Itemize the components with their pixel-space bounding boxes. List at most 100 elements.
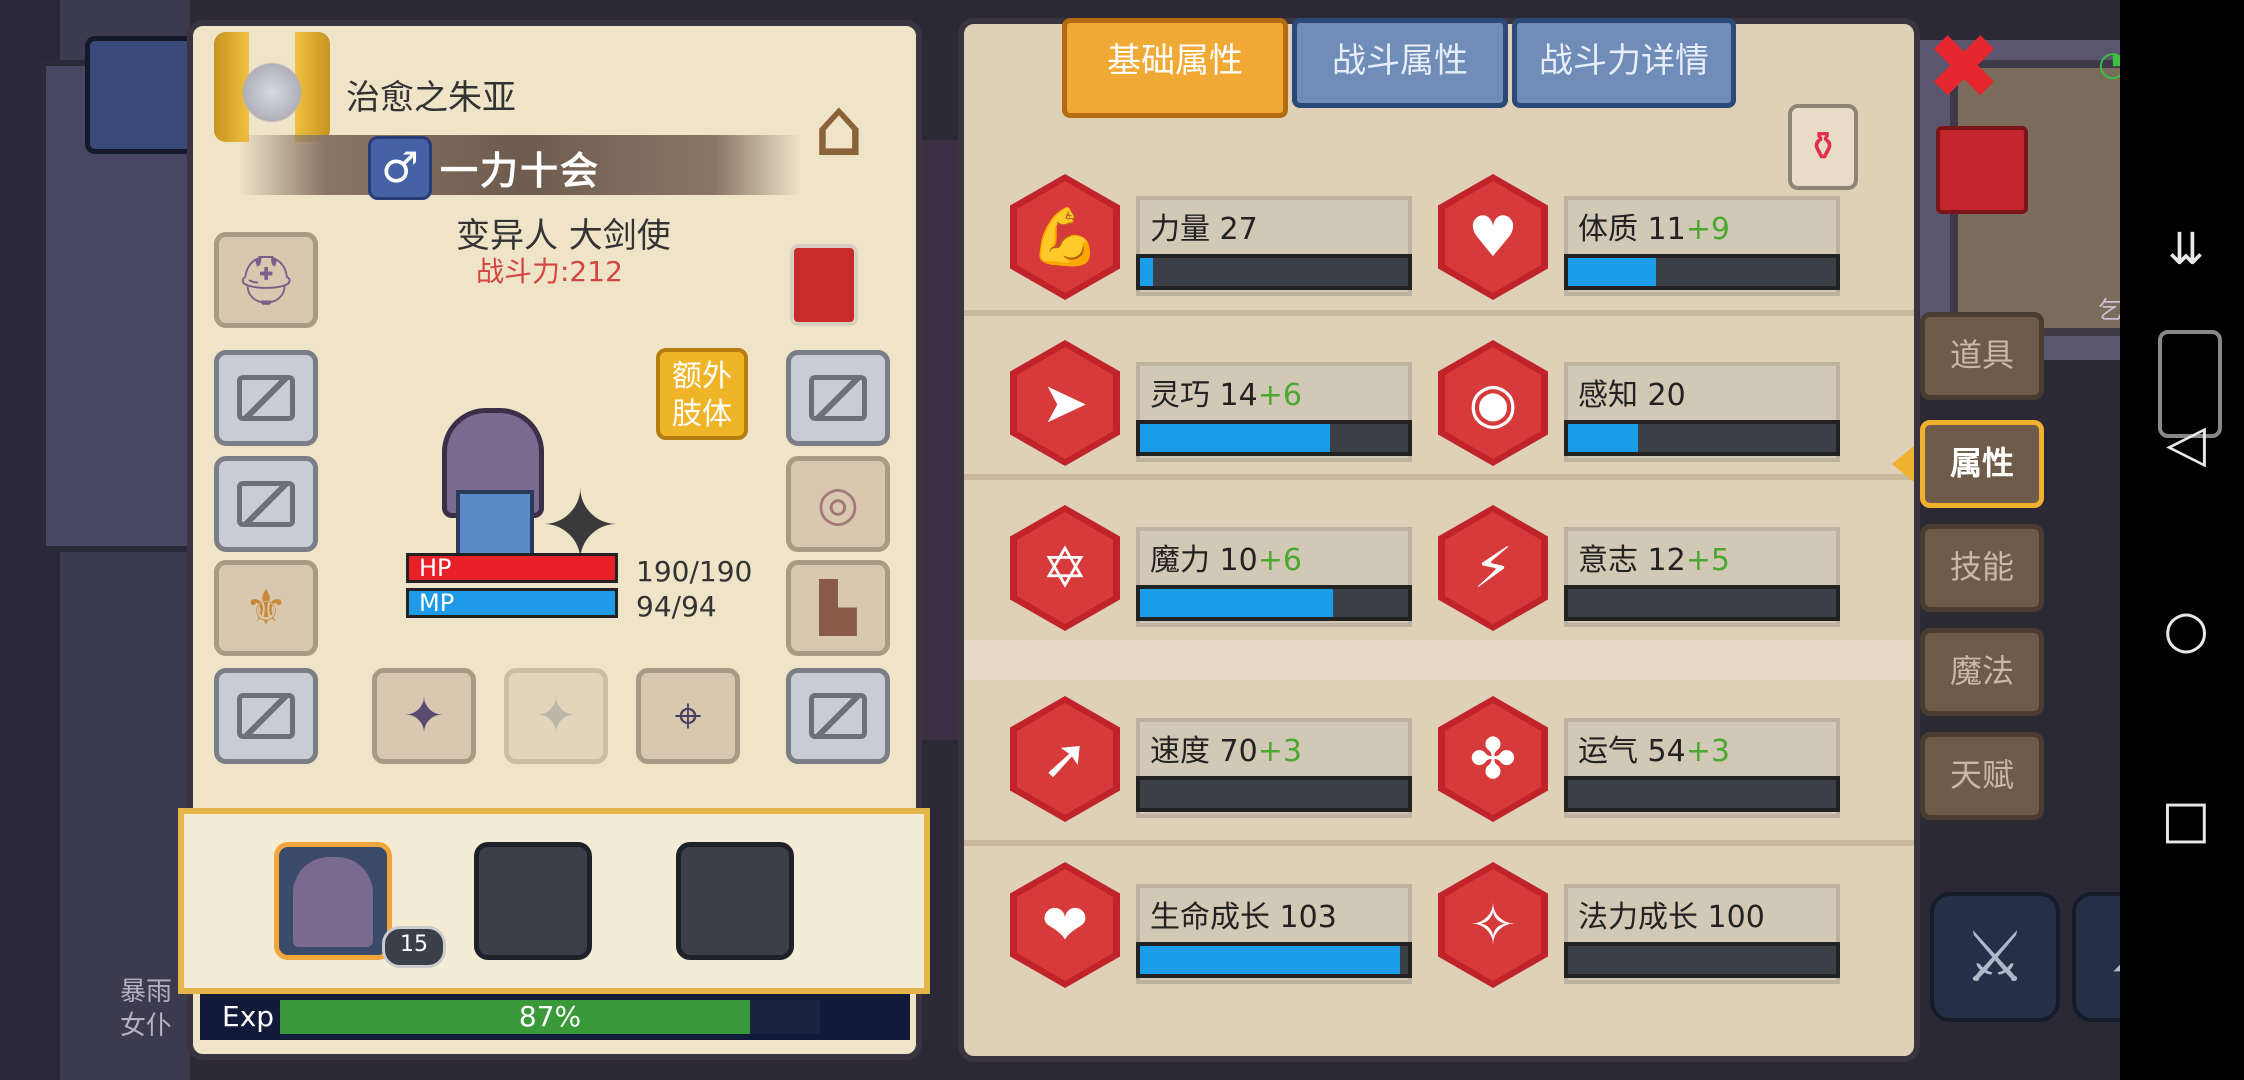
stat-bar-fill <box>1140 946 1400 974</box>
helmet-icon: ⛑ <box>235 252 297 309</box>
stat-bar-fill <box>1568 258 1657 286</box>
off-weapon-slot[interactable]: ✦ <box>504 668 608 764</box>
row-divider <box>964 474 1914 480</box>
equipment-slot-empty[interactable] <box>786 668 890 764</box>
stat-label: 运气 54+3 <box>1578 726 1730 770</box>
mana-growth-icon-glyph: ✧ <box>1469 892 1517 958</box>
body-icon-glyph: ♥ <box>1467 204 1519 270</box>
portrait-frame[interactable] <box>85 36 195 154</box>
stat-label: 体质 11+9 <box>1578 204 1730 248</box>
stat-label: 力量 27 <box>1150 204 1258 248</box>
recents-icon[interactable]: □ <box>2146 794 2226 846</box>
runner-icon-glyph: ➤ <box>1041 370 1089 436</box>
party-member-portrait <box>293 857 373 947</box>
hp-bar: HP <box>406 553 618 583</box>
stat-bar <box>1564 585 1840 621</box>
row-divider <box>964 840 1914 846</box>
party-member-slot-empty[interactable] <box>676 842 794 960</box>
party-member-slot[interactable] <box>274 842 392 960</box>
stat-name-value: 法力成长 100 <box>1578 900 1765 935</box>
stat-bar <box>1564 776 1840 812</box>
speed-icon-glyph: ➚ <box>1041 726 1089 792</box>
character-name: 治愈之朱亚 <box>346 78 516 118</box>
clover-icon-glyph: ✤ <box>1469 726 1517 792</box>
stat-bar <box>1564 420 1840 456</box>
row-divider <box>964 310 1914 316</box>
sword-weapon-button[interactable]: ⚔ <box>1930 892 2060 1022</box>
hp-value: 190/190 <box>636 555 753 588</box>
tab-combat-power-detail[interactable]: 战斗力详情 <box>1512 18 1736 108</box>
stat-label: 感知 20 <box>1578 370 1686 414</box>
side-tab-attributes[interactable]: 属性 <box>1920 420 2044 508</box>
stat-bonus: +6 <box>1257 378 1302 413</box>
stat-label: 法力成长 100 <box>1578 892 1765 936</box>
shuriken-icon: ✦ <box>403 688 445 744</box>
tab-combat-attributes[interactable]: 战斗属性 <box>1292 18 1508 108</box>
muscle-icon-glyph: 💪 <box>1030 205 1100 270</box>
stat-bar <box>1136 420 1412 456</box>
crossbow-icon: ⌖ <box>674 687 702 744</box>
stat-bar <box>1564 254 1840 290</box>
stat-bar <box>1136 776 1412 812</box>
stat-bar <box>1564 942 1840 978</box>
stat-bar <box>1136 585 1412 621</box>
gift-icon[interactable] <box>1936 126 2028 214</box>
combat-power-label: 战斗力:212 <box>476 255 623 288</box>
ranged-weapon-slot[interactable]: ⌖ <box>636 668 740 764</box>
stat-label: 速度 70+3 <box>1150 726 1302 770</box>
system-nav-bar <box>2120 0 2244 1080</box>
equipment-slot-empty[interactable] <box>786 350 890 446</box>
armor-slot[interactable]: ⚜ <box>214 560 318 656</box>
stat-bar <box>1136 942 1412 978</box>
stat-bonus: +6 <box>1257 543 1302 578</box>
hero-body <box>456 490 534 558</box>
stat-label: 生命成长 103 <box>1150 892 1337 936</box>
male-gender-icon: ♂ <box>368 136 432 200</box>
boots-icon: ▙ <box>819 580 857 636</box>
boots-slot[interactable]: ▙ <box>786 560 890 656</box>
stat-name-value: 运气 54 <box>1578 734 1686 769</box>
stat-bonus: +3 <box>1685 734 1730 769</box>
stat-name-value: 意志 12 <box>1578 543 1686 578</box>
stat-bar-fill <box>1140 589 1333 617</box>
helmet-slot[interactable]: ⛑ <box>214 232 318 328</box>
rank-emblem-icon <box>214 32 330 142</box>
equipment-slot-empty[interactable] <box>214 456 318 552</box>
stat-bar-fill <box>1140 258 1154 286</box>
side-tab-talent[interactable]: 天赋 <box>1920 732 2044 820</box>
eye-icon-glyph: ◉ <box>1468 370 1518 436</box>
mp-value: 94/94 <box>636 590 717 623</box>
close-button[interactable]: ✖ <box>1926 23 2002 113</box>
home-icon[interactable]: ○ <box>2146 604 2226 656</box>
notification-icon[interactable]: ⇊ <box>2146 228 2226 272</box>
stat-bonus: +5 <box>1685 543 1730 578</box>
npc-name-label: 暴雨 女仆 <box>120 977 173 1041</box>
belt-slot[interactable]: ◎ <box>786 456 890 552</box>
stat-bar-fill <box>1140 424 1331 452</box>
equipment-slot-empty[interactable] <box>214 350 318 446</box>
stat-bonus: +9 <box>1685 212 1730 247</box>
potion-icon[interactable]: ⚱ <box>1788 104 1858 190</box>
side-tab-skills[interactable]: 技能 <box>1920 524 2044 612</box>
side-tab-items[interactable]: 道具 <box>1920 312 2044 400</box>
side-tab-magic[interactable]: 魔法 <box>1920 628 2044 716</box>
mind-icon-glyph: ⚡ <box>1473 535 1513 601</box>
stat-name-value: 生命成长 103 <box>1150 900 1337 935</box>
equipment-slot-empty[interactable] <box>214 668 318 764</box>
heart-growth-icon-glyph: ❤ <box>1041 892 1089 958</box>
stat-bar-fill <box>1568 424 1638 452</box>
tab-basic-attributes[interactable]: 基础属性 <box>1062 18 1288 118</box>
back-icon[interactable]: ◁ <box>2146 418 2226 470</box>
hexagram-icon-glyph: ✡ <box>1041 535 1089 601</box>
stat-bonus: +3 <box>1257 734 1302 769</box>
exp-percent: 87% <box>518 1000 582 1033</box>
active-tab-arrow-icon <box>1892 446 1914 482</box>
party-member-slot-empty[interactable] <box>474 842 592 960</box>
stat-name-value: 力量 27 <box>1150 212 1258 247</box>
extra-limb-button[interactable]: 额外肢体 <box>656 348 748 440</box>
main-weapon-slot[interactable]: ✦ <box>372 668 476 764</box>
red-rune-icon[interactable] <box>790 244 858 326</box>
exp-label: Exp <box>222 1000 275 1033</box>
shuriken-icon: ✦ <box>535 688 577 744</box>
stat-bar <box>1136 254 1412 290</box>
